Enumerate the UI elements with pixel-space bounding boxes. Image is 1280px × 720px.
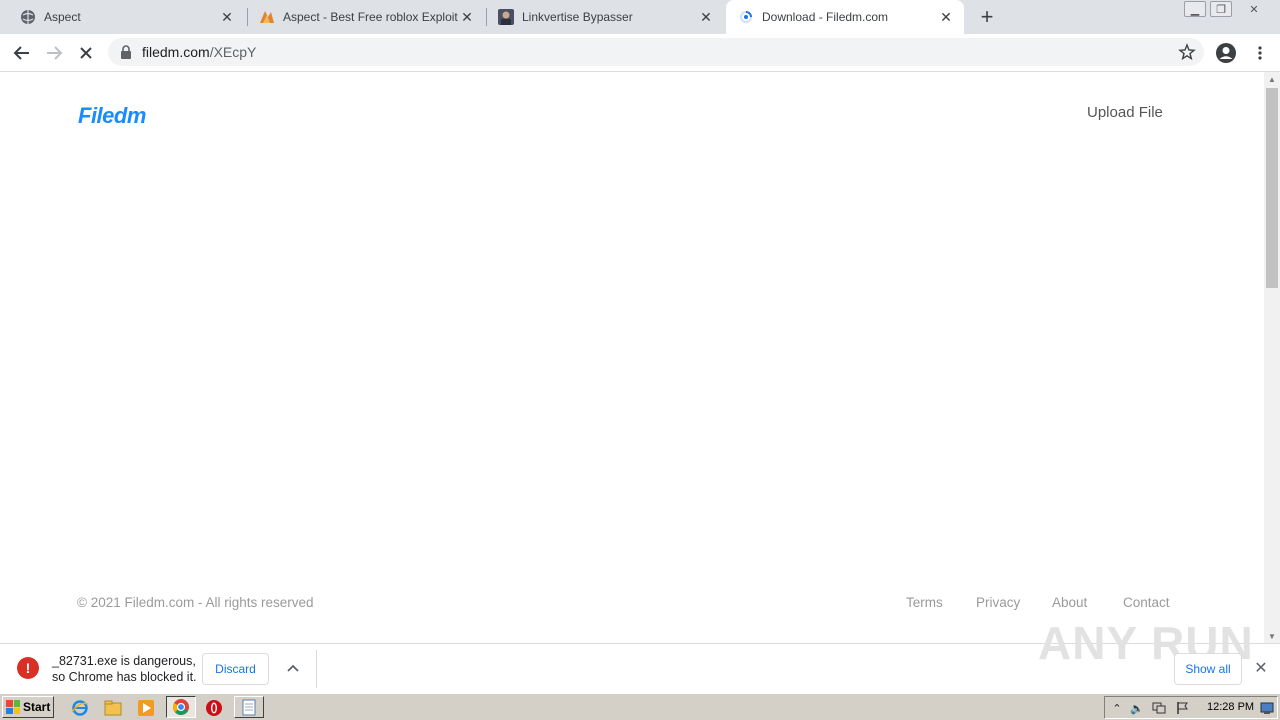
lock-icon xyxy=(120,45,132,64)
notepad-taskbar-button[interactable] xyxy=(234,696,264,718)
network-icon[interactable] xyxy=(1151,700,1167,716)
chrome-icon xyxy=(173,699,189,715)
close-tab-icon[interactable]: ✕ xyxy=(698,9,714,25)
start-button[interactable]: Start xyxy=(2,696,54,718)
aspect-logo-icon xyxy=(259,9,275,25)
media-player-icon[interactable] xyxy=(136,698,156,718)
tab-linkvertise-bypasser[interactable]: Linkvertise Bypasser ✕ xyxy=(478,0,724,34)
internet-explorer-icon[interactable] xyxy=(70,698,90,718)
show-desktop-icon[interactable] xyxy=(1259,700,1275,716)
close-tab-icon[interactable]: ✕ xyxy=(938,9,954,25)
page-content: Filedm Upload File © 2021 Filedm.com - A… xyxy=(0,72,1264,643)
download-warning-line2: so Chrome has blocked it. xyxy=(52,670,197,684)
close-icon xyxy=(80,47,92,59)
tab-title: Aspect - Best Free roblox Exploit [No xyxy=(283,10,459,24)
download-shelf: ! _82731.exe is dangerous, so Chrome has… xyxy=(0,617,1280,693)
close-shelf-icon[interactable]: ✕ xyxy=(1252,659,1270,677)
footer-link-terms[interactable]: Terms xyxy=(906,595,943,610)
clock[interactable]: 12:28 PM xyxy=(1207,701,1254,713)
upload-file-link[interactable]: Upload File xyxy=(1087,104,1163,121)
danger-alert-icon: ! xyxy=(17,657,39,679)
tab-strip: Aspect ✕ Aspect - Best Free roblox Explo… xyxy=(0,0,1280,34)
more-vert-icon xyxy=(1258,46,1262,60)
avatar-icon xyxy=(498,9,514,25)
bookmark-star-icon[interactable] xyxy=(1178,43,1196,66)
start-label: Start xyxy=(23,700,51,714)
profile-button[interactable] xyxy=(1212,39,1240,67)
back-button[interactable] xyxy=(8,39,36,67)
windows-taskbar: Start ⌃ 🔈 12:28 PM xyxy=(0,693,1280,720)
notepad-icon xyxy=(242,699,256,716)
close-tab-icon[interactable]: ✕ xyxy=(459,9,475,25)
download-warning-line1: _82731.exe is dangerous, xyxy=(52,654,196,668)
show-all-button[interactable]: Show all xyxy=(1174,653,1242,685)
close-tab-icon[interactable]: ✕ xyxy=(219,9,235,25)
opera-icon[interactable] xyxy=(204,698,224,718)
url-domain: filedm.com xyxy=(142,44,210,60)
url-text: filedm.com/XEcpY xyxy=(142,44,256,60)
arrow-right-icon xyxy=(47,46,63,60)
page-scrollbar[interactable]: ▲ ▼ xyxy=(1264,72,1280,643)
shelf-divider xyxy=(316,650,317,688)
close-window-button[interactable]: ✕ xyxy=(1240,1,1268,17)
minimize-window-button[interactable]: ▁ xyxy=(1184,1,1206,17)
tab-download-filedm[interactable]: Download - Filedm.com ✕ xyxy=(726,0,964,34)
chevron-up-icon[interactable] xyxy=(284,659,302,677)
stop-loading-button[interactable] xyxy=(72,39,100,67)
new-tab-button[interactable]: + xyxy=(976,4,998,29)
tab-aspect[interactable]: Aspect ✕ xyxy=(0,0,245,34)
action-center-flag-icon[interactable] xyxy=(1175,700,1191,716)
arrow-left-icon xyxy=(13,46,29,60)
discard-button[interactable]: Discard xyxy=(202,653,269,685)
scroll-up-arrow-icon[interactable]: ▲ xyxy=(1264,72,1280,86)
scroll-thumb[interactable] xyxy=(1266,88,1278,288)
loading-spinner-icon xyxy=(738,9,754,25)
scroll-down-arrow-icon[interactable]: ▼ xyxy=(1264,629,1280,643)
restore-window-button[interactable]: ❐ xyxy=(1210,1,1232,17)
tab-aspect-exploit[interactable]: Aspect - Best Free roblox Exploit [No ✕ xyxy=(239,0,485,34)
menu-button[interactable] xyxy=(1246,39,1274,67)
system-tray: ⌃ 🔈 12:28 PM xyxy=(1104,696,1278,719)
browser-toolbar: filedm.com/XEcpY xyxy=(0,34,1280,72)
forward-button[interactable] xyxy=(40,39,68,67)
volume-icon[interactable]: 🔈 xyxy=(1129,700,1145,716)
footer-link-about[interactable]: About xyxy=(1052,595,1087,610)
windows-flag-icon xyxy=(6,700,20,714)
chrome-taskbar-button[interactable] xyxy=(166,696,196,718)
footer-link-privacy[interactable]: Privacy xyxy=(976,595,1020,610)
show-hidden-icons-icon[interactable]: ⌃ xyxy=(1109,700,1125,716)
footer-link-contact[interactable]: Contact xyxy=(1123,595,1170,610)
download-warning-text: _82731.exe is dangerous, so Chrome has b… xyxy=(52,653,197,685)
globe-icon xyxy=(20,9,36,25)
url-path: /XEcpY xyxy=(209,44,257,60)
filedm-logo[interactable]: Filedm xyxy=(78,103,146,129)
tab-title: Download - Filedm.com xyxy=(762,10,889,24)
footer-copyright: © 2021 Filedm.com - All rights reserved xyxy=(77,595,314,610)
address-bar[interactable]: filedm.com/XEcpY xyxy=(108,38,1204,66)
tab-title: Linkvertise Bypasser xyxy=(522,10,633,24)
account-circle-icon xyxy=(1216,43,1236,63)
tab-title: Aspect xyxy=(44,10,81,24)
file-explorer-icon[interactable] xyxy=(103,698,123,718)
